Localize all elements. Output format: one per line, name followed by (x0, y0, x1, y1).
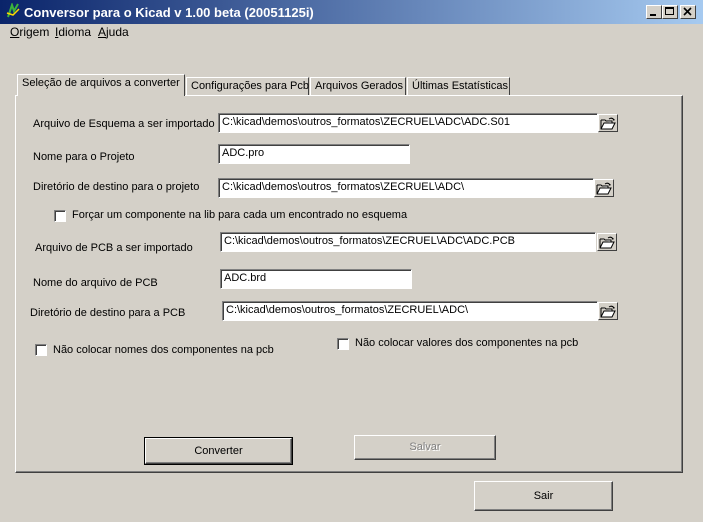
project-name-input[interactable]: ADC.pro (218, 144, 410, 164)
open-folder-icon (596, 182, 612, 195)
tab-selecao-arquivos[interactable]: Seleção de arquivos a converter (17, 74, 185, 96)
app-icon[interactable] (5, 1, 21, 19)
no-component-names-label: Não colocar nomes dos componentes na pcb (53, 344, 274, 356)
maximize-button[interactable] (662, 5, 678, 19)
dest-project-input[interactable]: C:\kicad\demos\outros_formatos\ZECRUEL\A… (218, 178, 594, 198)
pcb-label: Arquivo de PCB a ser importado (35, 242, 193, 254)
menu-origem-key: O (10, 25, 20, 39)
project-label: Nome para o Projeto (33, 151, 135, 163)
minimize-button[interactable] (646, 5, 662, 19)
pcb-name-label: Nome do arquivo de PCB (33, 277, 158, 289)
convert-button[interactable]: Converter (145, 438, 292, 464)
save-button[interactable]: Salvar (354, 435, 496, 460)
menu-ajuda-key: A (98, 25, 107, 39)
no-component-names-checkbox[interactable] (35, 344, 47, 356)
open-folder-icon (600, 305, 616, 318)
tab-arquivos-gerados[interactable]: Arquivos Gerados (310, 77, 406, 95)
menu-ajuda[interactable]: Ajuda (98, 25, 129, 39)
close-button[interactable] (680, 5, 696, 19)
open-folder-icon (600, 117, 616, 130)
exit-button[interactable]: Sair (474, 481, 613, 511)
dest-pcb-browse-button[interactable] (598, 302, 618, 320)
force-component-label: Forçar um componente na lib para cada um… (72, 209, 408, 221)
dest-pcb-input[interactable]: C:\kicad\demos\outros_formatos\ZECRUEL\A… (222, 301, 598, 321)
tab-label: Configurações para Pcb (191, 80, 310, 92)
pcb-name-input[interactable]: ADC.brd (220, 269, 412, 289)
menu-idioma-rest: dioma (58, 25, 92, 39)
schematic-browse-button[interactable] (598, 114, 618, 132)
force-component-checkbox[interactable] (54, 210, 66, 222)
pcb-path-input[interactable]: C:\kicad\demos\outros_formatos\ZECRUEL\A… (220, 232, 596, 252)
close-icon (683, 7, 692, 16)
minimize-icon (650, 14, 656, 16)
dest-project-browse-button[interactable] (594, 179, 614, 197)
maximize-icon (665, 7, 674, 15)
schematic-label: Arquivo de Esquema a ser importado (33, 118, 215, 130)
pcb-browse-button[interactable] (597, 233, 617, 251)
menu-idioma[interactable]: Idioma (55, 25, 91, 39)
dest-project-label: Diretório de destino para o projeto (33, 181, 200, 193)
menu-origem[interactable]: Origem (10, 25, 49, 39)
tab-configuracoes-pcb[interactable]: Configurações para Pcb (186, 77, 309, 95)
menu-origem-rest: rigem (19, 25, 50, 39)
tab-label: Seleção de arquivos a converter (22, 77, 180, 89)
dest-pcb-label: Diretório de destino para a PCB (30, 307, 186, 319)
no-component-values-label: Não colocar valores dos componentes na p… (355, 337, 579, 349)
no-component-values-checkbox[interactable] (337, 338, 349, 350)
tab-ultimas-estatisticas[interactable]: Últimas Estatísticas (407, 77, 510, 95)
menu-ajuda-rest: juda (106, 25, 129, 39)
window-title: Conversor para o Kicad v 1.00 beta (2005… (24, 5, 314, 20)
open-folder-icon (599, 236, 615, 249)
tab-label: Arquivos Gerados (315, 80, 404, 92)
schematic-path-input[interactable]: C:\kicad\demos\outros_formatos\ZECRUEL\A… (218, 113, 598, 133)
tab-label: Últimas Estatísticas (412, 80, 508, 92)
